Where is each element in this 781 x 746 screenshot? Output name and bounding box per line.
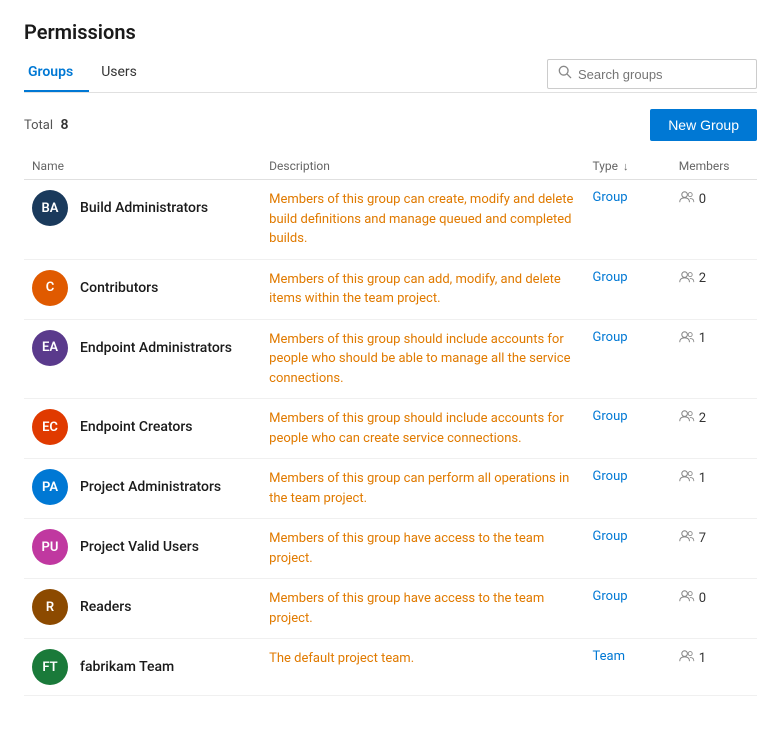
col-header-members: Members	[671, 153, 757, 180]
type-cell: Group	[585, 319, 671, 399]
total-count: 8	[61, 117, 69, 133]
tab-groups[interactable]: Groups	[24, 56, 89, 92]
members-count: 0	[699, 192, 706, 207]
name-cell: PU Project Valid Users	[24, 519, 261, 579]
group-name: Build Administrators	[80, 200, 208, 216]
type-cell: Team	[585, 639, 671, 696]
table-row[interactable]: BA Build Administrators Members of this …	[24, 180, 757, 260]
col-header-name: Name	[24, 153, 261, 180]
description-cell: Members of this group have access to the…	[261, 579, 584, 639]
name-cell: C Contributors	[24, 259, 261, 319]
new-group-button[interactable]: New Group	[650, 109, 757, 141]
members-count: 7	[699, 531, 706, 546]
members-icon	[679, 409, 695, 427]
total-info: Total 8	[24, 117, 69, 133]
groups-table: Name Description Type ↓ Members BA Build…	[24, 153, 757, 696]
members-cell: 0	[671, 180, 757, 260]
group-name: Contributors	[80, 280, 158, 296]
col-header-type[interactable]: Type ↓	[585, 153, 671, 180]
group-name: Endpoint Creators	[80, 419, 193, 435]
members-cell: 2	[671, 259, 757, 319]
type-cell: Group	[585, 579, 671, 639]
members-icon	[679, 649, 695, 667]
description-cell: The default project team.	[261, 639, 584, 696]
members-cell: 1	[671, 319, 757, 399]
type-cell: Group	[585, 259, 671, 319]
search-input[interactable]	[578, 67, 746, 82]
type-cell: Group	[585, 180, 671, 260]
name-cell: FT fabrikam Team	[24, 639, 261, 696]
members-count: 1	[699, 331, 706, 346]
tabs: Groups Users	[24, 56, 161, 92]
members-icon	[679, 270, 695, 288]
group-name: Endpoint Administrators	[80, 340, 232, 356]
table-row[interactable]: EC Endpoint Creators Members of this gro…	[24, 399, 757, 459]
total-bar: Total 8 New Group	[24, 109, 757, 141]
tab-users[interactable]: Users	[97, 56, 153, 92]
header-row: Groups Users	[24, 56, 757, 93]
group-name: fabrikam Team	[80, 659, 174, 675]
table-row[interactable]: PU Project Valid Users Members of this g…	[24, 519, 757, 579]
table-row[interactable]: R Readers Members of this group have acc…	[24, 579, 757, 639]
members-icon	[679, 589, 695, 607]
group-name: Readers	[80, 599, 131, 615]
description-cell: Members of this group can create, modify…	[261, 180, 584, 260]
avatar: EC	[32, 409, 68, 445]
members-cell: 1	[671, 459, 757, 519]
name-cell: EC Endpoint Creators	[24, 399, 261, 459]
members-count: 1	[699, 651, 706, 666]
table-row[interactable]: PA Project Administrators Members of thi…	[24, 459, 757, 519]
description-cell: Members of this group have access to the…	[261, 519, 584, 579]
description-cell: Members of this group can add, modify, a…	[261, 259, 584, 319]
avatar: C	[32, 270, 68, 306]
sort-arrow-icon: ↓	[623, 160, 629, 173]
avatar: R	[32, 589, 68, 625]
name-cell: R Readers	[24, 579, 261, 639]
search-icon	[558, 65, 572, 83]
type-cell: Group	[585, 399, 671, 459]
type-cell: Group	[585, 519, 671, 579]
name-cell: EA Endpoint Administrators	[24, 319, 261, 399]
avatar: PA	[32, 469, 68, 505]
table-header-row: Name Description Type ↓ Members	[24, 153, 757, 180]
description-cell: Members of this group should include acc…	[261, 319, 584, 399]
total-label: Total	[24, 118, 53, 133]
members-count: 0	[699, 591, 706, 606]
members-cell: 7	[671, 519, 757, 579]
members-count: 2	[699, 411, 706, 426]
group-name: Project Administrators	[80, 479, 221, 495]
members-count: 2	[699, 271, 706, 286]
name-cell: PA Project Administrators	[24, 459, 261, 519]
search-box[interactable]	[547, 59, 757, 89]
table-row[interactable]: EA Endpoint Administrators Members of th…	[24, 319, 757, 399]
col-header-description: Description	[261, 153, 584, 180]
members-count: 1	[699, 471, 706, 486]
avatar: BA	[32, 190, 68, 226]
members-icon	[679, 469, 695, 487]
members-icon	[679, 529, 695, 547]
members-cell: 0	[671, 579, 757, 639]
members-cell: 2	[671, 399, 757, 459]
description-cell: Members of this group can perform all op…	[261, 459, 584, 519]
avatar: FT	[32, 649, 68, 685]
name-cell: BA Build Administrators	[24, 180, 261, 260]
permissions-page: Permissions Groups Users Total 8 New Gro…	[0, 0, 781, 746]
members-icon	[679, 190, 695, 208]
avatar: EA	[32, 330, 68, 366]
type-cell: Group	[585, 459, 671, 519]
description-cell: Members of this group should include acc…	[261, 399, 584, 459]
avatar: PU	[32, 529, 68, 565]
group-name: Project Valid Users	[80, 539, 199, 555]
table-row[interactable]: FT fabrikam Team The default project tea…	[24, 639, 757, 696]
table-row[interactable]: C Contributors Members of this group can…	[24, 259, 757, 319]
members-icon	[679, 330, 695, 348]
page-title: Permissions	[24, 20, 757, 44]
members-cell: 1	[671, 639, 757, 696]
content-area: Total 8 New Group Name Description Type …	[24, 109, 757, 696]
